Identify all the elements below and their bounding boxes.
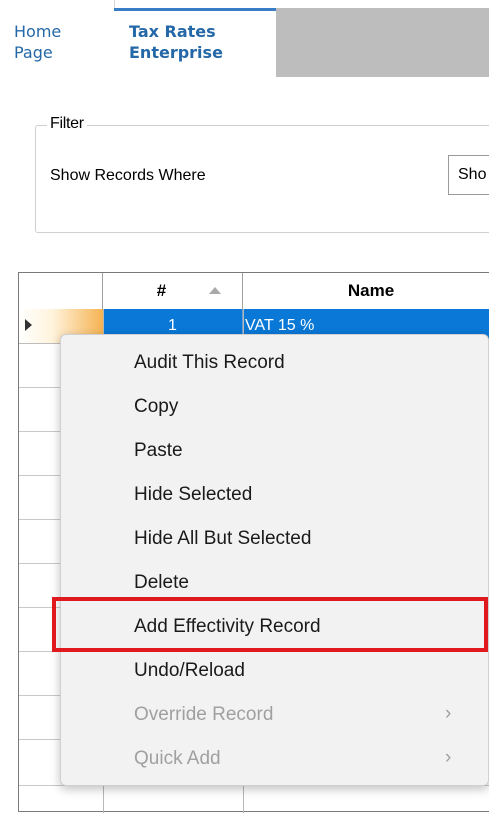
menu-item-label: Copy <box>134 396 179 417</box>
menu-item-label: Audit This Record <box>134 352 285 373</box>
chevron-right-icon: › <box>445 747 452 768</box>
tab-strip-empty-area <box>276 8 489 77</box>
context-menu: Audit This Record Copy Paste Hide Select… <box>60 334 489 786</box>
column-header-number-label: # <box>156 281 167 300</box>
menu-item-hide-selected[interactable]: Hide Selected <box>61 472 488 516</box>
tab-home-page-label: Home Page <box>14 22 62 62</box>
column-header-name-label: Name <box>347 281 395 300</box>
row-header-corner <box>19 273 103 309</box>
menu-item-label: Undo/Reload <box>134 660 245 681</box>
show-records-where-label: Show Records Where <box>50 167 206 184</box>
menu-item-label: Hide All But Selected <box>134 528 312 549</box>
menu-item-hide-all-but-selected[interactable]: Hide All But Selected <box>61 516 488 560</box>
menu-item-undo-reload[interactable]: Undo/Reload <box>61 648 488 692</box>
grid-header: # Name <box>19 273 489 310</box>
menu-item-quick-add[interactable]: Quick Add › <box>61 736 488 780</box>
menu-item-paste[interactable]: Paste <box>61 428 488 472</box>
menu-item-label: Delete <box>134 572 189 593</box>
filter-field-select[interactable]: Sho <box>448 155 489 195</box>
menu-item-audit-this-record[interactable]: Audit This Record <box>61 340 488 384</box>
column-header-name[interactable]: Name <box>243 273 489 309</box>
tab-tax-rates-enterprise[interactable]: Tax Rates Enterprise <box>114 8 276 77</box>
menu-item-label: Hide Selected <box>134 484 253 505</box>
menu-item-label: Quick Add <box>134 748 221 769</box>
menu-item-override-record[interactable]: Override Record › <box>61 692 488 736</box>
menu-item-label: Paste <box>134 440 183 461</box>
menu-item-label: Override Record <box>134 704 274 725</box>
column-header-number[interactable]: # <box>103 273 243 309</box>
highlight-box <box>52 597 488 652</box>
filter-group-title: Filter <box>47 115 87 133</box>
tab-tax-rates-enterprise-label: Tax Rates Enterprise <box>129 22 223 62</box>
tab-home-page[interactable]: Home Page <box>0 0 115 77</box>
current-row-arrow-icon <box>25 319 32 331</box>
menu-item-copy[interactable]: Copy <box>61 384 488 428</box>
sort-ascending-icon <box>209 287 221 294</box>
chevron-right-icon: › <box>445 703 452 724</box>
tab-strip: Home Page Tax Rates Enterprise <box>0 0 489 77</box>
